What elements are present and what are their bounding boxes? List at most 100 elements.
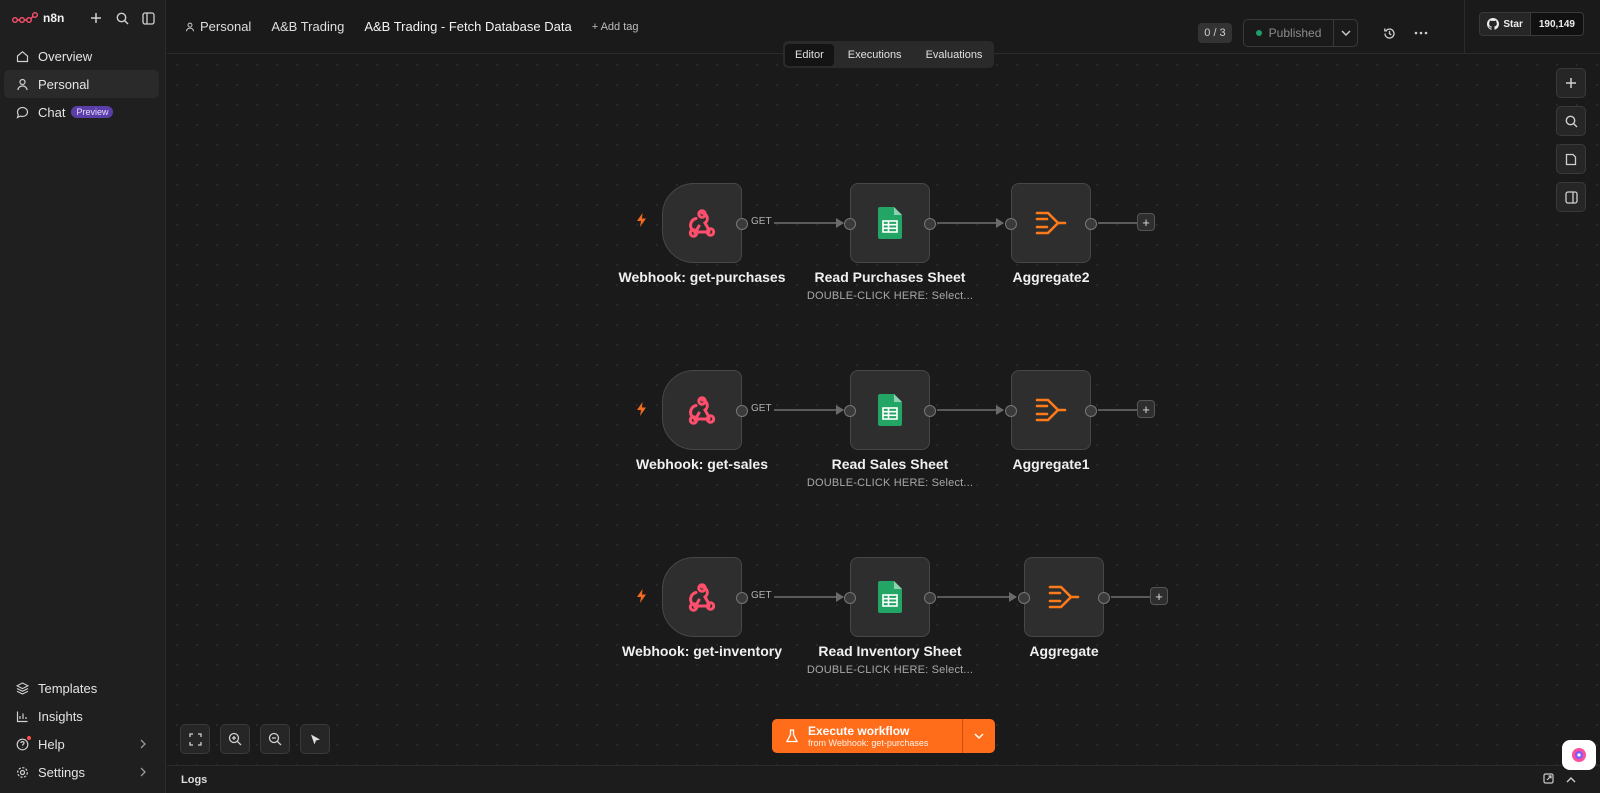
output-port[interactable] [924,218,936,230]
execute-dropdown-button[interactable] [962,719,995,753]
aggregate-icon [1035,211,1067,235]
output-port[interactable] [736,592,748,604]
workflow-title[interactable]: A&B Trading - Fetch Database Data [364,19,571,34]
breadcrumb-folder[interactable]: A&B Trading [271,19,344,34]
node-webhook-get-inventory[interactable] [662,557,748,637]
output-port[interactable] [736,218,748,230]
add-next-node-button[interactable]: + [1150,587,1168,605]
chevron-down-icon [974,733,984,740]
github-star-label-wrap: Star [1480,13,1530,35]
google-sheets-icon [878,581,902,613]
output-port[interactable] [924,592,936,604]
node-aggregate[interactable] [1018,557,1110,637]
cursor-icon [310,734,320,744]
sidebar-item-help[interactable]: Help [4,730,159,758]
sticky-note-button[interactable] [1556,144,1586,174]
input-port[interactable] [1005,218,1017,230]
output-port[interactable] [1085,405,1097,417]
fit-view-button[interactable] [180,724,210,754]
connection [937,409,1003,411]
execute-label: Execute workflow [808,724,910,738]
node-read-sales-sheet[interactable] [844,370,936,450]
logo-text: n8n [43,11,65,25]
google-sheets-icon [878,394,902,426]
sidebar-item-templates[interactable]: Templates [4,674,159,702]
input-port[interactable] [844,592,856,604]
input-port[interactable] [1005,405,1017,417]
sidebar-item-settings[interactable]: Settings [4,758,159,786]
node-read-inventory-sheet[interactable] [844,557,936,637]
webhook-icon [688,209,716,238]
collapse-sidebar-icon[interactable] [139,9,157,27]
tab-editor[interactable]: Editor [785,43,834,66]
node-webhook-get-purchases[interactable] [662,183,748,263]
input-port[interactable] [844,405,856,417]
sidebar-item-overview[interactable]: Overview [4,42,159,70]
output-port[interactable] [924,405,936,417]
execute-sub: from Webhook: get-purchases [808,738,929,748]
add-node-button[interactable] [1556,68,1586,98]
webhook-icon [688,396,716,425]
output-port[interactable] [736,405,748,417]
add-next-node-button[interactable]: + [1137,213,1155,231]
more-horizontal-icon [1415,31,1428,35]
add-next-node-button[interactable]: + [1137,400,1155,418]
node-subtitle: DOUBLE-CLICK HERE: Select... [806,664,974,676]
github-star-button[interactable]: Star 190,149 [1479,12,1584,36]
add-tag-button[interactable]: + Add tag [592,21,639,33]
trigger-bolt-icon [636,402,647,419]
tab-executions[interactable]: Executions [838,44,912,66]
execute-workflow-button[interactable]: Execute workflow from Webhook: get-purch… [772,719,962,753]
sidebar-item-label: Help [38,736,65,752]
panel-icon [1564,190,1578,204]
sidebar-item-personal[interactable]: Personal [4,70,159,98]
input-port[interactable] [1018,592,1030,604]
popout-icon[interactable] [1543,772,1554,787]
arrow-head [836,592,844,602]
input-port[interactable] [844,218,856,230]
fit-view-icon [188,732,202,746]
zoom-in-button[interactable] [220,724,250,754]
arrow-head [1009,592,1017,602]
aggregate-icon [1035,398,1067,422]
more-options-button[interactable] [1408,31,1434,35]
logs-panel-bar[interactable]: Logs [167,765,1600,793]
chevron-right-icon [140,767,146,777]
tab-evaluations[interactable]: Evaluations [916,44,993,66]
output-port[interactable] [1085,218,1097,230]
publish-dropdown-button[interactable] [1333,20,1357,46]
sidebar-item-insights[interactable]: Insights [4,702,159,730]
search-nodes-button[interactable] [1556,106,1586,136]
method-label: GET [749,590,774,601]
breadcrumb-personal[interactable]: Personal [185,19,251,34]
ai-assistant-button[interactable] [1562,740,1596,770]
plus-icon[interactable] [87,9,105,27]
chevron-up-icon[interactable] [1566,772,1576,787]
ai-brain-icon [1572,748,1586,762]
user-icon [17,78,28,90]
arrow-head [836,405,844,415]
output-port[interactable] [1098,592,1110,604]
chevron-down-icon [1341,30,1351,36]
toggle-panel-button[interactable] [1556,182,1586,212]
version-counter: 0 / 3 [1198,23,1232,43]
chevron-right-icon [140,739,146,749]
n8n-logo[interactable]: n8n [12,11,64,25]
search-icon[interactable] [113,9,131,27]
node-webhook-get-sales[interactable] [662,370,748,450]
node-aggregate2[interactable] [1005,183,1097,263]
history-button[interactable] [1376,27,1402,40]
notification-dot [27,736,31,740]
zoom-out-button[interactable] [260,724,290,754]
chat-icon [16,106,29,119]
canvas-right-toolbar [1556,68,1586,212]
history-icon [1384,27,1395,39]
published-button[interactable]: Published [1244,20,1334,46]
node-aggregate1[interactable] [1005,370,1097,450]
node-read-purchases-sheet[interactable] [844,183,936,263]
select-tool-button[interactable] [300,724,330,754]
sidebar: n8n Overview Personal Chat Preview Templ… [0,0,166,793]
sidebar-item-label: Settings [38,764,85,780]
sidebar-item-chat[interactable]: Chat Preview [4,98,159,126]
trigger-bolt-icon [636,589,647,606]
